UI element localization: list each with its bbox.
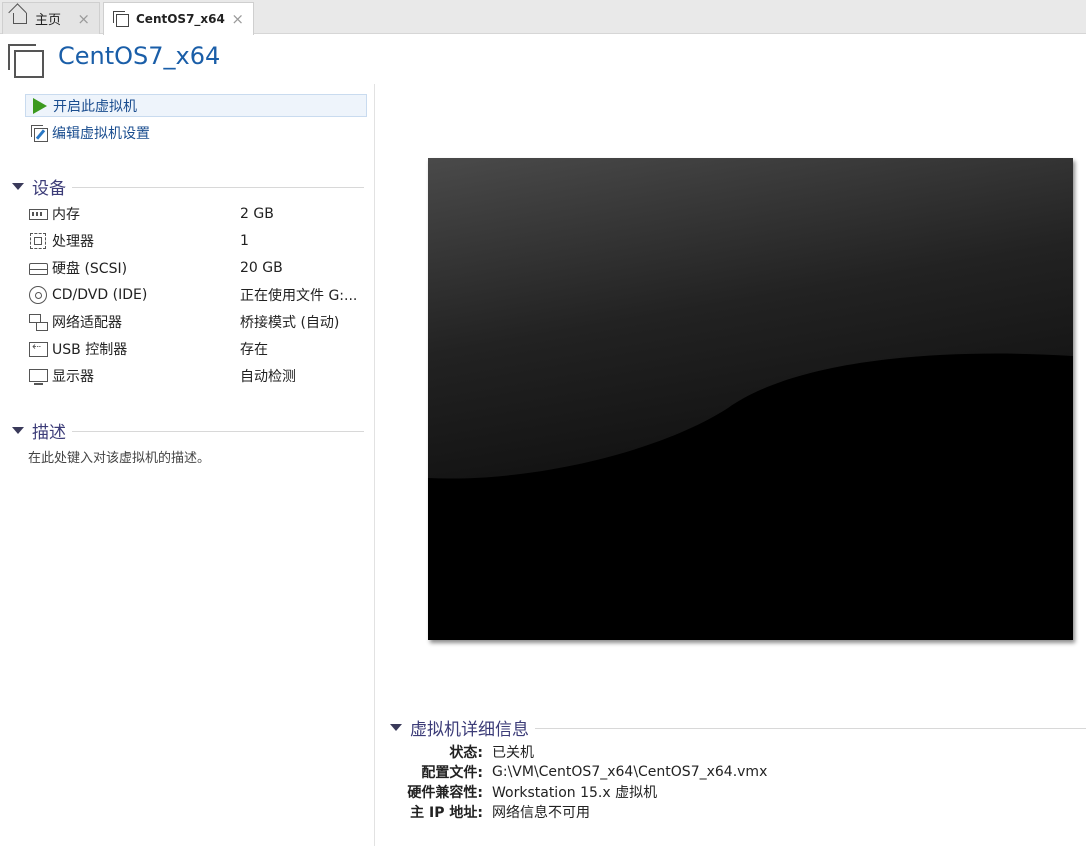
device-row-usb-controller[interactable]: USB 控制器 存在	[28, 338, 368, 360]
cd-dvd-icon	[28, 286, 48, 304]
details-heading: 虚拟机详细信息	[410, 719, 529, 740]
description-heading: 描述	[32, 422, 66, 443]
devices-section-header[interactable]: 设备	[12, 176, 364, 199]
vm-icon	[8, 44, 44, 78]
power-on-label: 开启此虚拟机	[53, 98, 137, 115]
device-row-cd-dvd[interactable]: CD/DVD (IDE) 正在使用文件 G:...	[28, 284, 368, 306]
device-value: 2 GB	[240, 206, 274, 222]
memory-icon	[28, 205, 48, 223]
tab-home[interactable]: 主页 ×	[2, 2, 100, 34]
tab-bar: 主页 × CentOS7_x64 ×	[0, 0, 1086, 35]
device-row-processor[interactable]: 处理器 1	[28, 230, 368, 252]
home-icon	[11, 10, 29, 28]
hard-disk-icon	[28, 259, 48, 277]
detail-value: Workstation 15.x 虚拟机	[492, 785, 658, 801]
device-row-memory[interactable]: 内存 2 GB	[28, 203, 368, 225]
device-name: 网络适配器	[52, 315, 122, 331]
device-name: USB 控制器	[52, 342, 128, 358]
devices-heading: 设备	[32, 178, 66, 199]
detail-key: 状态:	[449, 745, 483, 761]
play-icon	[31, 97, 49, 115]
processor-icon	[28, 232, 48, 250]
device-value: 正在使用文件 G:...	[240, 288, 358, 304]
detail-key: 主 IP 地址:	[410, 805, 483, 821]
device-name: 硬盘 (SCSI)	[52, 261, 128, 277]
vm-screen-thumbnail	[428, 158, 1073, 640]
description-text[interactable]: 在此处键入对该虚拟机的描述。	[28, 447, 210, 466]
device-value: 自动检测	[240, 369, 296, 385]
detail-row-primary-ip: 主 IP 地址: 网络信息不可用	[380, 802, 1080, 822]
detail-value: 网络信息不可用	[492, 805, 590, 821]
detail-value: G:\VM\CentOS7_x64\CentOS7_x64.vmx	[492, 764, 768, 780]
display-icon	[28, 367, 48, 385]
tab-label: 主页	[35, 13, 62, 28]
usb-controller-icon	[28, 340, 48, 358]
detail-value: 已关机	[492, 745, 534, 761]
collapse-triangle-icon	[12, 182, 24, 190]
close-icon[interactable]: ×	[231, 10, 244, 28]
device-row-hard-disk[interactable]: 硬盘 (SCSI) 20 GB	[28, 257, 368, 279]
pane-divider[interactable]	[374, 84, 375, 846]
device-name: CD/DVD (IDE)	[52, 287, 148, 303]
edit-settings-label: 编辑虚拟机设置	[52, 125, 150, 142]
description-section-header[interactable]: 描述	[12, 420, 364, 443]
device-value: 20 GB	[240, 260, 283, 276]
detail-row-hardware-compat: 硬件兼容性: Workstation 15.x 虚拟机	[380, 782, 1080, 802]
device-value: 桥接模式 (自动)	[240, 315, 340, 331]
edit-settings-icon	[30, 124, 48, 142]
device-value: 存在	[240, 342, 268, 358]
network-adapter-icon	[28, 313, 48, 331]
vm-icon	[112, 10, 130, 28]
tab-centos7[interactable]: CentOS7_x64 ×	[103, 2, 254, 35]
device-name: 处理器	[52, 234, 94, 250]
vm-screen-preview[interactable]	[428, 158, 1073, 640]
device-name: 显示器	[52, 369, 94, 385]
device-row-display[interactable]: 显示器 自动检测	[28, 365, 368, 387]
collapse-triangle-icon	[12, 426, 24, 434]
device-row-network-adapter[interactable]: 网络适配器 桥接模式 (自动)	[28, 311, 368, 333]
power-on-button[interactable]: 开启此虚拟机	[25, 94, 367, 117]
detail-key: 配置文件:	[421, 765, 483, 781]
tab-label: CentOS7_x64	[136, 12, 225, 26]
device-name: 内存	[52, 207, 80, 223]
page-title: CentOS7_x64	[58, 42, 221, 70]
vm-header: CentOS7_x64	[0, 34, 1086, 84]
collapse-triangle-icon	[390, 723, 402, 731]
close-icon[interactable]: ×	[77, 10, 90, 28]
detail-row-config-file: 配置文件: G:\VM\CentOS7_x64\CentOS7_x64.vmx	[380, 762, 1080, 782]
details-section-header[interactable]: 虚拟机详细信息	[390, 717, 1086, 740]
detail-row-state: 状态: 已关机	[380, 742, 1080, 762]
device-value: 1	[240, 233, 249, 249]
detail-key: 硬件兼容性:	[407, 785, 483, 801]
edit-settings-button[interactable]: 编辑虚拟机设置	[25, 121, 367, 144]
